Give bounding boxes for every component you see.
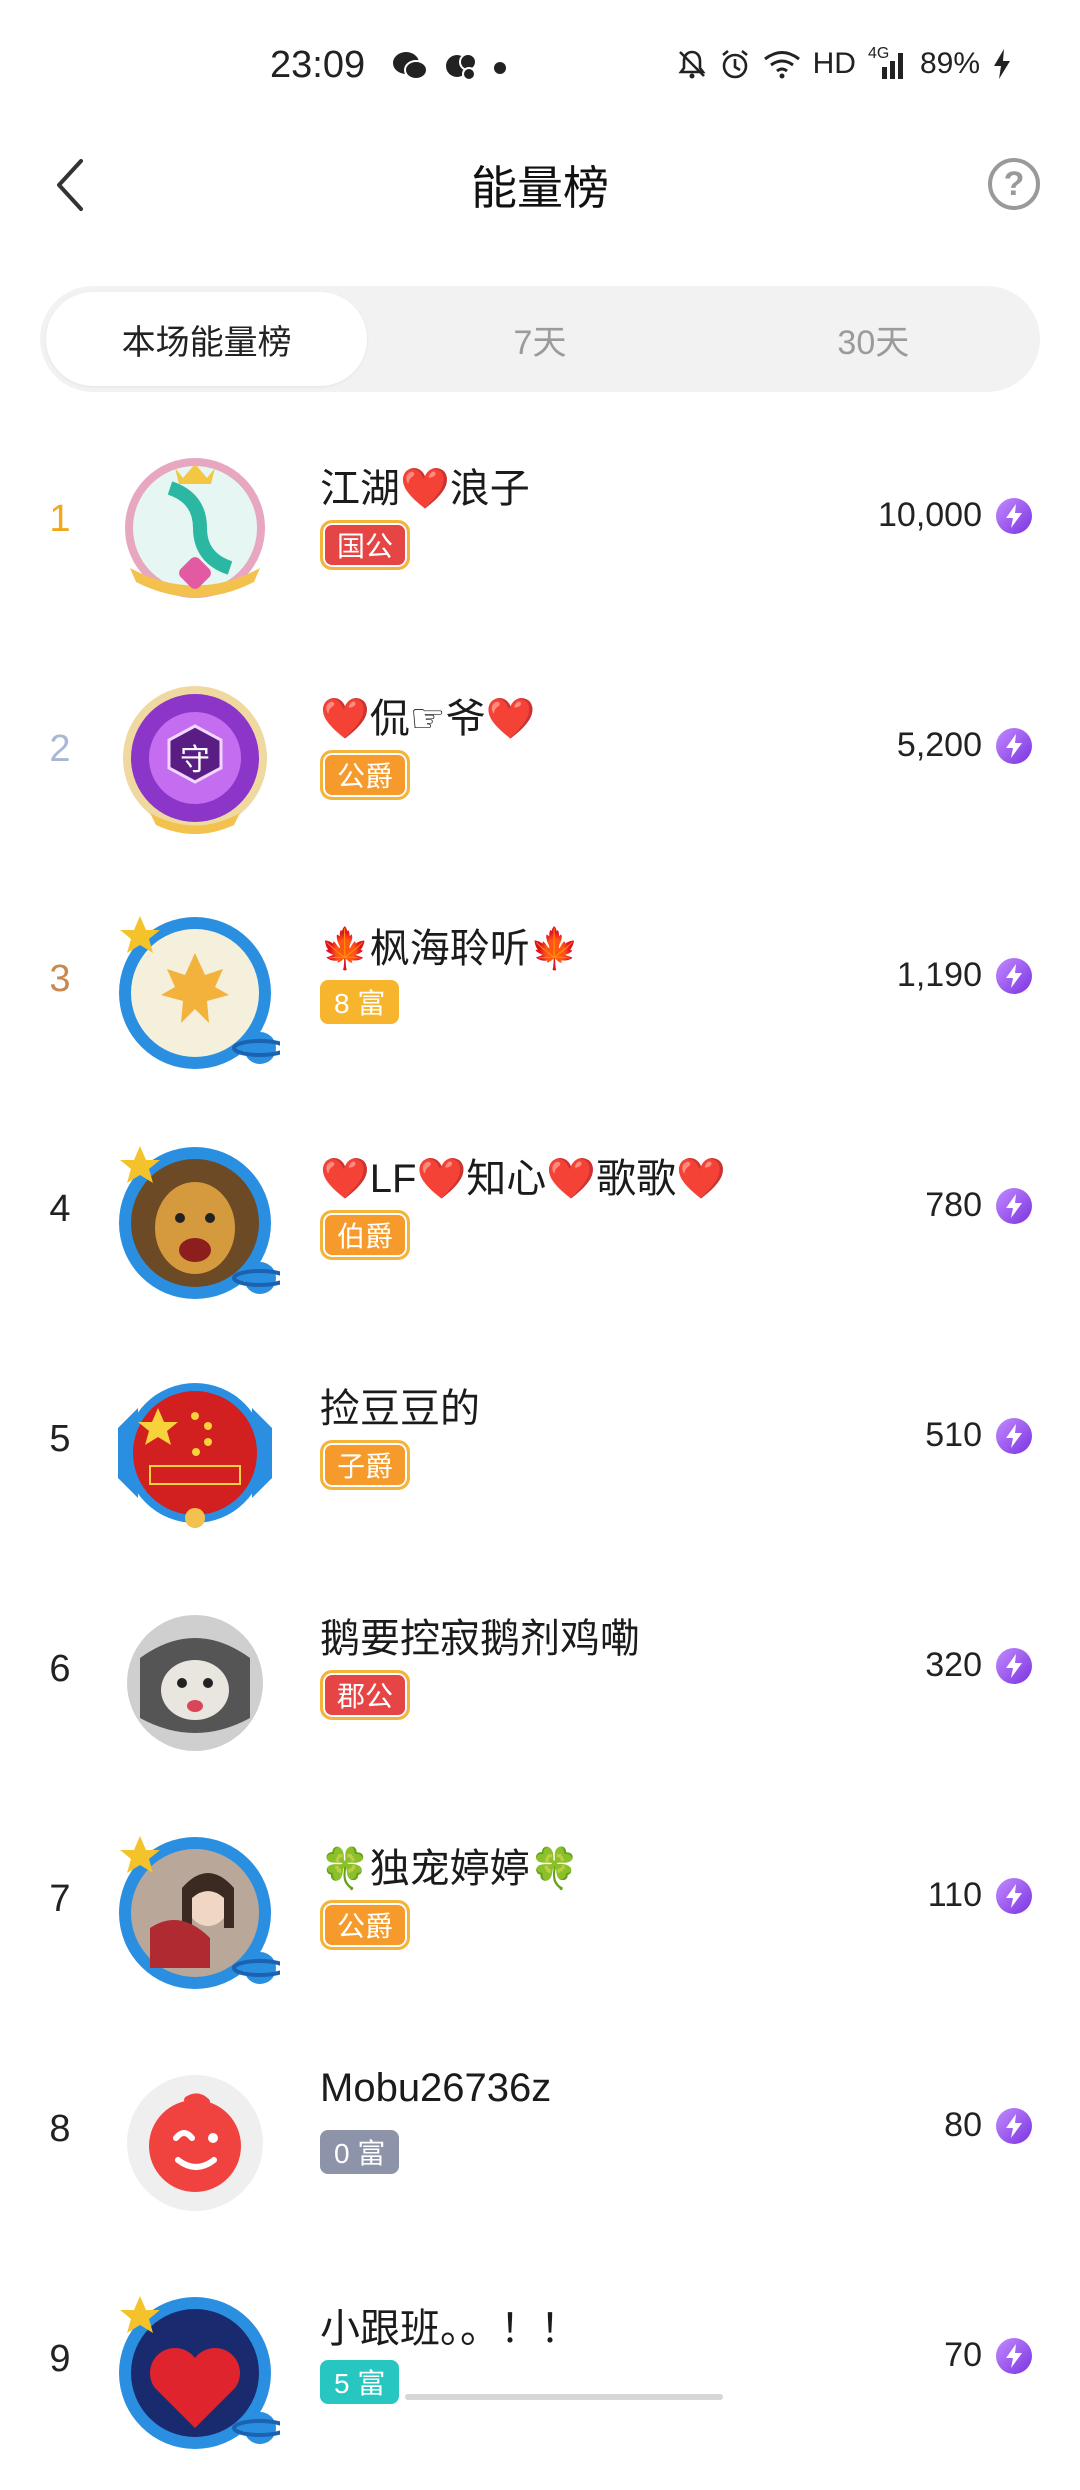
energy-value-group: 80	[944, 2106, 1032, 2145]
rank-number: 3	[49, 958, 71, 1000]
user-name: 🍁枫海聆听🍁	[320, 927, 580, 971]
charging-icon	[992, 48, 1012, 80]
rank-number: 5	[49, 1418, 71, 1460]
avatar[interactable]	[110, 908, 280, 1078]
level-badge: 8 富	[320, 980, 400, 1024]
status-time: 23:09	[270, 44, 366, 86]
ranking-row[interactable]: 7 🍀独宠婷婷🍀 公爵 110	[0, 1800, 1080, 2030]
rank-number: 9	[49, 2338, 71, 2380]
notification-dot-icon	[494, 62, 506, 74]
app-notification-icon	[444, 50, 480, 82]
avatar[interactable]	[110, 1138, 280, 1308]
energy-value-group: 780	[925, 1186, 1032, 1225]
wechat-icon	[392, 50, 428, 82]
ranking-row[interactable]: 6 鹅要控寂鹅剂鸡嘞 郡公 320	[0, 1570, 1080, 1800]
status-right-group: HD 4G 89%	[677, 44, 1012, 84]
user-name: 🍀独宠婷婷🍀	[320, 1847, 580, 1891]
level-badge: 公爵	[320, 1900, 411, 1950]
energy-value-group: 110	[928, 1876, 1032, 1915]
avatar[interactable]	[110, 1598, 280, 1768]
energy-value: 110	[927, 1876, 982, 1914]
network-type-label: 4G	[867, 45, 890, 62]
user-name: 鹅要控寂鹅剂鸡嘞	[320, 1617, 640, 1661]
ranking-row[interactable]: 9 小跟班。。！！ 5 富 70	[0, 2260, 1080, 2490]
ranking-row[interactable]: 1 江湖❤️浪子 国公 10,000	[0, 420, 1080, 650]
energy-value-group: 5,200	[897, 726, 1032, 765]
energy-bolt-icon	[996, 497, 1032, 534]
status-bar: 23:09 HD 4G 89%	[0, 0, 1080, 130]
energy-value: 510	[925, 1416, 982, 1454]
question-circle-icon: ?	[1003, 164, 1025, 203]
rank-number: 7	[49, 1878, 71, 1920]
energy-value: 1,190	[896, 956, 982, 994]
rank-number: 4	[49, 1188, 71, 1230]
alarm-icon	[719, 48, 751, 80]
energy-value: 80	[944, 2106, 982, 2144]
energy-value: 70	[944, 2336, 982, 2374]
avatar[interactable]: 守	[110, 678, 280, 848]
level-badge: 0 富	[320, 2130, 400, 2174]
signal-icon: 4G	[868, 45, 908, 79]
energy-value-group: 70	[944, 2336, 1032, 2375]
ranking-row[interactable]: 2 守 ❤️侃☞爷❤️ 公爵 5,200	[0, 650, 1080, 880]
scroll-indicator	[405, 2394, 723, 2400]
tab-bar: 本场能量榜 7天 30天	[40, 286, 1040, 392]
avatar[interactable]	[110, 448, 280, 618]
hd-label: HD	[812, 47, 856, 80]
level-badge: 5 富	[320, 2360, 400, 2404]
level-badge: 伯爵	[320, 1210, 411, 1260]
ranking-row[interactable]: 4 ❤️LF❤️知心❤️歌歌❤️ 伯爵 780	[0, 1110, 1080, 1340]
tab-7-days[interactable]: 7天	[379, 292, 700, 386]
user-name: 江湖❤️浪子	[320, 467, 530, 511]
ranking-row[interactable]: 3 🍁枫海聆听🍁 8 富 1,190	[0, 880, 1080, 1110]
avatar[interactable]	[110, 2288, 280, 2458]
energy-value-group: 510	[925, 1416, 1032, 1455]
energy-bolt-icon	[996, 1877, 1032, 1914]
battery-level: 89%	[919, 47, 980, 80]
energy-value: 10,000	[878, 496, 982, 534]
level-badge: 国公	[320, 520, 411, 570]
energy-value-group: 320	[925, 1646, 1032, 1685]
energy-bolt-icon	[996, 1647, 1032, 1684]
tab-this-session[interactable]: 本场能量榜	[46, 292, 368, 386]
svg-text:守: 守	[180, 743, 210, 778]
ranking-row[interactable]: 5 捡豆豆的 子爵 510	[0, 1340, 1080, 1570]
energy-bolt-icon	[996, 1187, 1032, 1224]
tab-30-days[interactable]: 30天	[713, 292, 1034, 386]
user-name: ❤️LF❤️知心❤️歌歌❤️	[320, 1157, 726, 1201]
ranking-row[interactable]: 8 Mobu26736z 0 富 80	[0, 2030, 1080, 2260]
energy-value-group: 10,000	[878, 496, 1032, 535]
ranking-list: 1 江湖❤️浪子 国公 10,000 2 守 ❤️侃☞爷❤️ 公爵 5,200 …	[0, 420, 1080, 2490]
energy-value: 780	[925, 1186, 982, 1224]
user-name: 捡豆豆的	[320, 1387, 480, 1431]
avatar[interactable]	[110, 1828, 280, 1998]
rank-number: 8	[49, 2108, 71, 2150]
wifi-icon	[763, 49, 801, 79]
user-name: ❤️侃☞爷❤️	[320, 697, 536, 741]
mute-icon	[677, 48, 707, 80]
page-title: 能量榜	[471, 162, 609, 214]
energy-value: 320	[925, 1646, 982, 1684]
level-badge: 公爵	[320, 750, 411, 800]
rank-number: 1	[49, 498, 71, 540]
user-name: Mobu26736z	[320, 2066, 552, 2110]
help-button[interactable]: ?	[988, 158, 1040, 210]
energy-value: 5,200	[896, 726, 982, 764]
level-badge: 郡公	[320, 1670, 411, 1720]
energy-bolt-icon	[996, 1417, 1032, 1454]
energy-bolt-icon	[996, 727, 1032, 764]
header: 能量榜 ?	[0, 130, 1080, 240]
rank-number: 6	[49, 1648, 71, 1690]
energy-bolt-icon	[996, 2107, 1032, 2144]
rank-number: 2	[49, 728, 71, 770]
avatar[interactable]	[110, 1368, 280, 1538]
user-name: 小跟班。。！！	[320, 2307, 580, 2351]
energy-value-group: 1,190	[897, 956, 1032, 995]
avatar[interactable]	[110, 2058, 280, 2228]
energy-bolt-icon	[996, 957, 1032, 994]
level-badge: 子爵	[320, 1440, 411, 1490]
energy-bolt-icon	[996, 2337, 1032, 2374]
